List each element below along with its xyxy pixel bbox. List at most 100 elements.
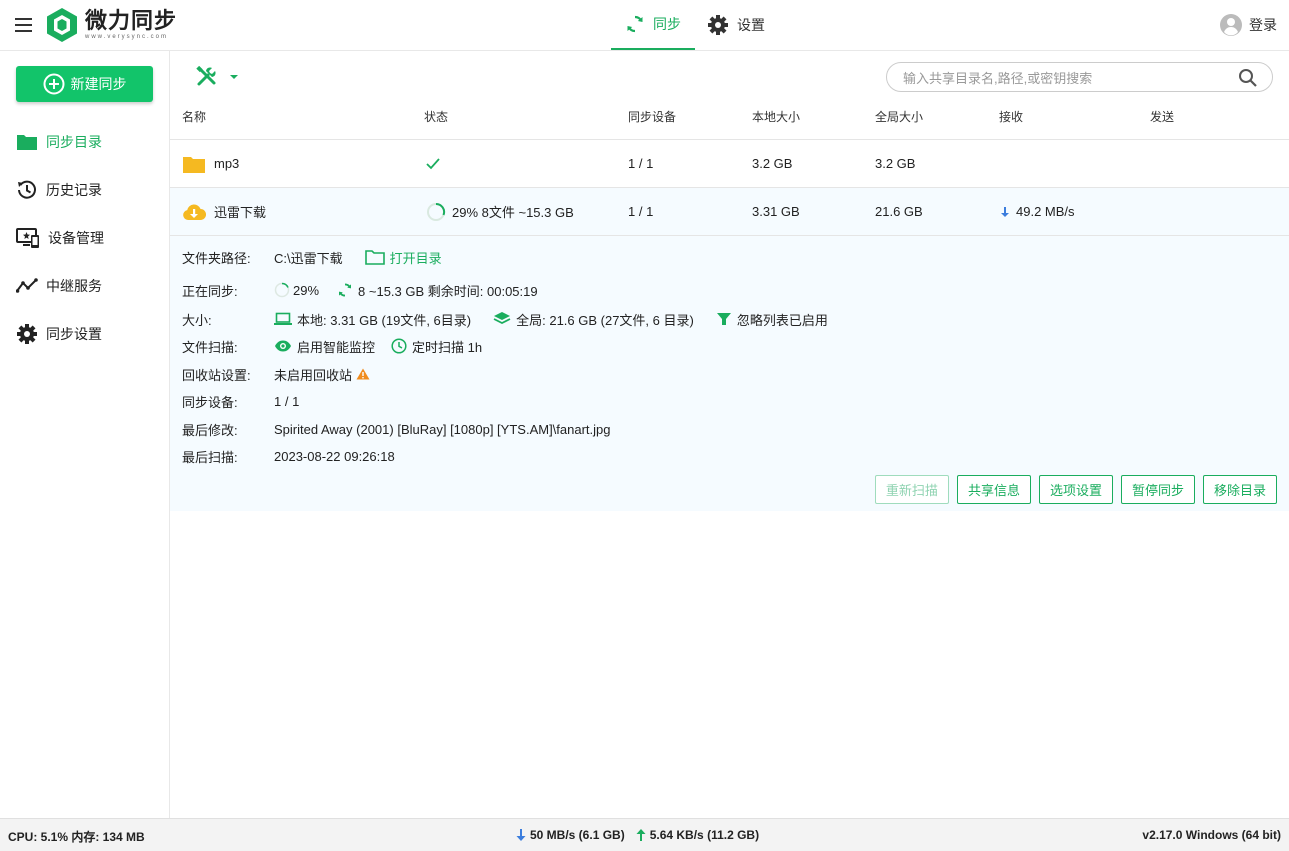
folder-open-icon [364,250,385,265]
syncing-label: 正在同步: [182,283,238,299]
tab-sync[interactable]: 同步 [611,0,695,50]
filter-icon [716,313,731,325]
header-local-size[interactable]: 本地大小 [752,108,800,125]
sidebar-item-devices[interactable]: 设备管理 [16,226,104,250]
last-scanned-label: 最后扫描: [182,449,238,465]
relay-icon [16,278,38,293]
sidebar-item-sync-settings[interactable]: 同步设置 [16,322,102,346]
hamburger-menu-icon[interactable] [14,16,34,34]
search-icon[interactable] [1238,68,1258,88]
folder-detail-panel: 文件夹路径: C:\迅雷下载 打开目录 正在同步: 29% 8 ~15.3 GB… [170,236,1289,511]
cpu-memory-status: CPU: 5.1% 内存: 134 MB [8,830,145,844]
pause-sync-button[interactable]: 暂停同步 [1120,475,1195,504]
check-icon [426,157,440,169]
sync-icon [339,283,352,297]
arrow-down-icon [1001,206,1009,217]
tools-icon [196,66,216,86]
upload-rate: 5.64 KB/s (11.2 GB) [649,828,760,842]
table-row[interactable]: 迅雷下载 29% 8文件 ~15.3 GB 1 / 1 3.31 GB 21.6… [170,188,1289,236]
top-bar: 微力同步 www.verysync.com 同步 设置 登录 [0,0,1289,51]
path-value: C:\迅雷下载 [274,250,343,266]
last-modified-label: 最后修改: [182,422,238,438]
folder-name: 迅雷下载 [214,205,267,220]
tools-dropdown[interactable] [196,66,244,88]
app-title: 微力同步 [85,8,178,33]
global-size: 全局: 21.6 GB (27文件, 6 目录) [516,312,694,328]
progress-spinner-icon [274,282,290,298]
options-button[interactable]: 选项设置 [1038,475,1113,504]
header-send[interactable]: 发送 [1150,108,1174,125]
laptop-icon [274,312,292,325]
devices-value: 1 / 1 [274,393,300,409]
rescan-button[interactable]: 重新扫描 [874,475,949,504]
action-buttons: 重新扫描 共享信息 选项设置 暂停同步 移除目录 [867,475,1277,504]
last-modified-value: Spirited Away (2001) [BluRay] [1080p] [Y… [274,421,611,437]
sidebar-item-label: 设备管理 [48,230,104,246]
sync-percent: 29% [293,282,320,298]
sidebar-item-label: 中继服务 [46,278,102,294]
last-scanned-value: 2023-08-22 09:26:18 [274,448,395,464]
progress-spinner-icon [427,202,446,221]
tab-settings-label: 设置 [737,17,765,33]
row-global-size: 3.2 GB [875,156,916,171]
logo-icon [47,8,77,42]
layers-icon [493,312,511,325]
sidebar-item-sync-folders[interactable]: 同步目录 [16,130,102,154]
row-devices: 1 / 1 [628,156,654,171]
header-name[interactable]: 名称 [182,108,206,125]
sidebar-item-history[interactable]: 历史记录 [16,178,102,202]
row-global-size: 21.6 GB [875,204,923,219]
recycle-label: 回收站设置: [182,367,251,383]
login-label: 登录 [1249,17,1277,33]
new-sync-button[interactable]: 新建同步 [16,66,153,102]
plus-circle-icon [43,73,64,95]
gear-icon [708,15,728,35]
open-directory-link[interactable]: 打开目录 [364,248,442,267]
header-receive[interactable]: 接收 [999,108,1023,125]
search-input[interactable] [903,69,1233,87]
size-label: 大小: [182,312,212,328]
remove-folder-button[interactable]: 移除目录 [1202,475,1277,504]
sidebar: 新建同步 同步目录 历史记录 设备管理 中继服务 同步设置 [0,51,170,818]
device-icon [16,228,39,248]
row-status: 29% 8文件 ~15.3 GB [452,205,574,220]
share-info-button[interactable]: 共享信息 [956,475,1031,504]
arrow-up-icon [636,829,646,841]
new-sync-label: 新建同步 [70,76,127,92]
history-icon [18,180,36,199]
version-info: v2.17.0 Windows (64 bit) [1142,828,1281,842]
timed-scan-status: 定时扫描 1h [412,339,483,355]
sidebar-item-label: 历史记录 [46,182,102,198]
devices-label: 同步设备: [182,394,238,410]
path-label: 文件夹路径: [182,250,251,266]
login-button[interactable]: 登录 [1219,13,1277,37]
caret-down-icon [230,75,238,79]
local-size: 本地: 3.31 GB (19文件, 6目录) [297,312,472,328]
gear-icon [17,324,37,344]
table-row[interactable]: mp3 1 / 1 3.2 GB 3.2 GB [170,140,1289,188]
row-local-size: 3.31 GB [752,204,800,219]
tab-settings[interactable]: 设置 [707,0,765,50]
folder-icon [183,156,205,173]
sync-icon [627,15,643,33]
app-subtitle: www.verysync.com [85,34,169,40]
folder-name: mp3 [214,156,240,171]
smart-monitor-status: 启用智能监控 [297,339,376,355]
folder-icon [17,135,37,150]
sidebar-item-label: 同步目录 [46,134,102,150]
search-box [886,62,1273,92]
row-receive-rate: 49.2 MB/s [1016,204,1075,219]
row-local-size: 3.2 GB [752,156,793,171]
sidebar-item-label: 同步设置 [46,326,102,342]
sidebar-item-relay[interactable]: 中继服务 [16,274,102,298]
tab-sync-label: 同步 [653,16,681,32]
eye-icon [275,340,291,352]
header-devices[interactable]: 同步设备 [628,108,676,125]
header-status[interactable]: 状态 [424,108,448,125]
warning-icon [356,368,370,380]
arrow-down-icon [516,829,526,841]
scan-label: 文件扫描: [182,339,238,355]
clock-icon [391,338,407,354]
cloud-download-icon [183,204,206,220]
header-global-size[interactable]: 全局大小 [875,108,923,125]
